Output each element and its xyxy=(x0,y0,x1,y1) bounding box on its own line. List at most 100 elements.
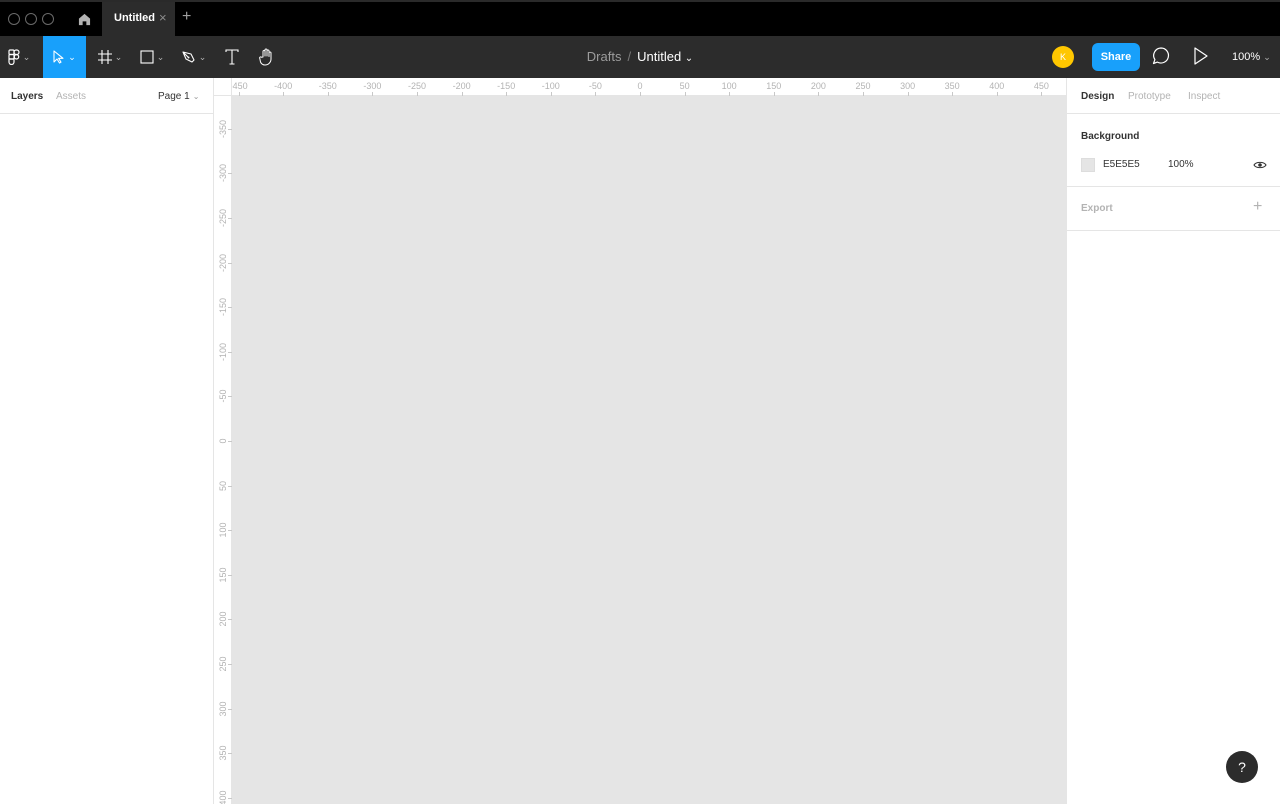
figma-menu-icon xyxy=(8,49,20,65)
ruler-tick-label: -150 xyxy=(218,298,228,317)
chevron-down-icon: ⌄ xyxy=(684,53,694,64)
zoom-label: 100% xyxy=(1232,51,1261,63)
tab-title: Untitled xyxy=(114,12,155,24)
ruler-tick-label: -450 xyxy=(229,81,248,91)
ruler-tick-label: -100 xyxy=(218,342,228,361)
text-t-icon xyxy=(225,49,239,65)
shape-tool-button[interactable]: ⌄ xyxy=(134,36,170,78)
tab-layers[interactable]: Layers xyxy=(11,91,43,102)
ruler-tick-label: 100 xyxy=(218,522,228,538)
layers-panel: Layers Assets Page 1 ⌄ xyxy=(0,78,214,804)
ruler-tick-label: 150 xyxy=(766,81,782,91)
chevron-down-icon: ⌄ xyxy=(22,51,31,62)
tab-untitled[interactable]: Untitled × xyxy=(102,2,175,36)
ruler-tick-label: 300 xyxy=(218,701,228,717)
file-name-button[interactable]: Untitled ⌄ xyxy=(637,49,693,64)
share-button[interactable]: Share xyxy=(1092,43,1140,71)
ruler-tick-label: 250 xyxy=(218,656,228,672)
new-tab-button[interactable]: + xyxy=(182,8,191,26)
window-minimize-button[interactable] xyxy=(25,13,37,25)
page-selector[interactable]: Page 1 ⌄ xyxy=(158,91,199,102)
text-tool-button[interactable] xyxy=(218,36,246,78)
main-menu-button[interactable]: ⌄ xyxy=(0,36,38,78)
chevron-down-icon: ⌄ xyxy=(192,92,200,101)
help-button[interactable]: ? xyxy=(1226,751,1258,783)
ruler-tick-label: -250 xyxy=(218,209,228,228)
avatar[interactable]: K xyxy=(1052,46,1074,68)
ruler-tick-label: -350 xyxy=(318,81,337,91)
left-panel-tabs: Layers Assets Page 1 ⌄ xyxy=(0,78,213,114)
frame-tool-button[interactable]: ⌄ xyxy=(92,36,128,78)
ruler-tick-label: 100 xyxy=(721,81,737,91)
comment-icon xyxy=(1152,47,1170,65)
page-label: Page 1 xyxy=(158,91,190,102)
export-add-button[interactable]: + xyxy=(1253,198,1262,216)
export-title: Export xyxy=(1081,203,1113,214)
canvas[interactable] xyxy=(232,96,1066,804)
ruler-tick-label: -50 xyxy=(588,81,602,91)
ruler-tick-label: -50 xyxy=(218,389,228,403)
horizontal-ruler: -450 -400 -350 -300 -250 -200 -150 -100 -50 0 50 10… xyxy=(214,78,1066,96)
ruler-tick-label: -400 xyxy=(274,81,293,91)
background-title: Background xyxy=(1081,131,1140,142)
ruler-tick-label: 200 xyxy=(218,611,228,627)
visibility-toggle[interactable] xyxy=(1253,158,1267,176)
move-arrow-icon xyxy=(53,50,64,64)
play-icon xyxy=(1194,47,1208,65)
move-tool-button[interactable]: ⌄ xyxy=(43,36,86,78)
ruler-tick-label: 0 xyxy=(218,438,228,444)
breadcrumb-separator: / xyxy=(627,49,632,64)
tab-close-icon[interactable]: × xyxy=(159,10,167,25)
title-bar: Untitled × + xyxy=(0,0,1280,36)
ruler-tick-label: 200 xyxy=(810,81,826,91)
ruler-tick-label: -350 xyxy=(218,119,228,138)
ruler-tick-label: 450 xyxy=(1033,81,1049,91)
pen-tool-button[interactable]: ⌄ xyxy=(176,36,212,78)
right-panel-tabs: Design Prototype Inspect xyxy=(1067,78,1280,114)
properties-panel: Design Prototype Inspect Background E5E5… xyxy=(1066,78,1280,804)
chevron-down-icon: ⌄ xyxy=(114,51,123,62)
ruler-tick-label: -100 xyxy=(541,81,560,91)
file-name: Untitled xyxy=(637,49,682,64)
window-close-button[interactable] xyxy=(8,13,20,25)
present-button[interactable] xyxy=(1192,46,1210,71)
ruler-tick-label: 50 xyxy=(679,81,690,91)
tab-design[interactable]: Design xyxy=(1081,91,1114,102)
rectangle-icon xyxy=(140,50,154,64)
background-opacity-input[interactable]: 100% xyxy=(1168,159,1194,170)
hand-tool-button[interactable] xyxy=(252,36,282,78)
breadcrumb-drafts-link[interactable]: Drafts xyxy=(587,49,622,64)
background-section: Background E5E5E5 100% xyxy=(1067,114,1280,187)
chevron-down-icon: ⌄ xyxy=(68,51,76,62)
ruler-tick-label: 0 xyxy=(637,81,643,91)
vertical-ruler: -350 -300 -250 -200 -150 -100 -50 0 50 100 150 200 2… xyxy=(214,78,232,804)
comment-button[interactable] xyxy=(1150,45,1172,72)
tab-inspect[interactable]: Inspect xyxy=(1188,91,1220,102)
chevron-down-icon: ⌄ xyxy=(198,51,207,62)
chevron-down-icon: ⌄ xyxy=(1263,52,1271,62)
zoom-dropdown[interactable]: 100% ⌄ xyxy=(1232,51,1271,63)
eye-icon xyxy=(1253,161,1267,169)
background-color-swatch[interactable] xyxy=(1081,158,1095,172)
ruler-tick-label: -300 xyxy=(363,81,382,91)
ruler-tick-label: 50 xyxy=(218,480,228,491)
ruler-tick-label: -200 xyxy=(452,81,471,91)
ruler-tick-label: 300 xyxy=(900,81,916,91)
hand-icon xyxy=(259,48,272,66)
ruler-tick-label: -150 xyxy=(497,81,516,91)
ruler-tick-label: 350 xyxy=(218,745,228,761)
ruler-corner xyxy=(214,78,232,96)
tab-assets[interactable]: Assets xyxy=(56,91,86,102)
ruler-tick-label: 400 xyxy=(989,81,1005,91)
home-button[interactable] xyxy=(66,2,102,36)
ruler-tick-label: -300 xyxy=(218,164,228,183)
tab-prototype[interactable]: Prototype xyxy=(1128,91,1171,102)
home-icon xyxy=(78,13,90,25)
ruler-tick-label: 150 xyxy=(218,567,228,583)
chevron-down-icon: ⌄ xyxy=(156,51,165,62)
background-hex-input[interactable]: E5E5E5 xyxy=(1103,159,1140,170)
ruler-tick-label: 350 xyxy=(944,81,960,91)
window-zoom-button[interactable] xyxy=(42,13,54,25)
ruler-tick-label: 250 xyxy=(855,81,871,91)
frame-hash-icon xyxy=(97,50,112,64)
